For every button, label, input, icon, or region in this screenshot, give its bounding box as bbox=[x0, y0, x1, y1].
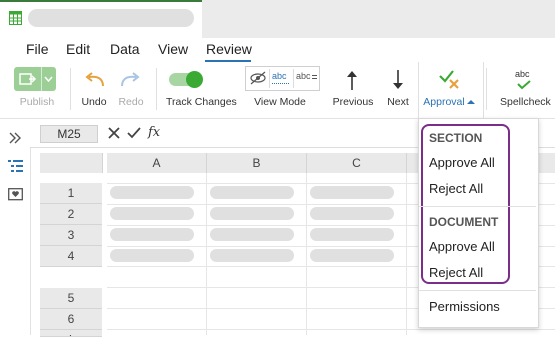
section-approve-all[interactable]: Approve All bbox=[429, 155, 495, 170]
cell-c1[interactable] bbox=[310, 186, 394, 199]
toolbar-divider bbox=[156, 68, 157, 110]
publish-button[interactable] bbox=[14, 67, 56, 91]
formula-input[interactable] bbox=[163, 123, 413, 143]
dropdown-divider bbox=[419, 206, 536, 207]
undo-icon[interactable] bbox=[83, 71, 107, 89]
cell-b3[interactable] bbox=[210, 228, 294, 241]
document-approve-all[interactable]: Approve All bbox=[429, 239, 495, 254]
cancel-icon[interactable] bbox=[108, 127, 120, 139]
spellcheck-label[interactable]: Spellcheck bbox=[500, 96, 551, 108]
cell-a3[interactable] bbox=[110, 228, 194, 241]
document-title-placeholder bbox=[28, 9, 194, 27]
outline-icon[interactable] bbox=[8, 159, 23, 173]
cell-reference-box[interactable]: M25 bbox=[40, 125, 98, 143]
column-header-b[interactable]: B bbox=[207, 153, 307, 173]
menu-file[interactable]: File bbox=[26, 41, 49, 57]
column-header-a[interactable]: A bbox=[107, 153, 207, 173]
previous-arrow-icon[interactable] bbox=[344, 68, 360, 92]
track-changes-toggle[interactable] bbox=[169, 71, 203, 88]
grid-line bbox=[206, 173, 207, 335]
cell-b4[interactable] bbox=[210, 249, 294, 262]
row-header-6[interactable]: 6 bbox=[40, 309, 102, 330]
publish-label: Publish bbox=[19, 96, 55, 108]
track-changes-label: Track Changes bbox=[166, 96, 237, 108]
cell-a2[interactable] bbox=[110, 207, 194, 220]
row-header-3[interactable]: 3 bbox=[40, 225, 102, 246]
cell-c3[interactable] bbox=[310, 228, 394, 241]
chevron-down-icon[interactable] bbox=[44, 76, 53, 82]
row-header-8[interactable] bbox=[40, 330, 102, 335]
approval-label[interactable]: Approval bbox=[423, 96, 465, 108]
undo-label[interactable]: Undo bbox=[79, 96, 109, 108]
document-reject-all[interactable]: Reject All bbox=[429, 265, 483, 280]
markup-view-option[interactable]: abc bbox=[272, 71, 287, 81]
row-header-1[interactable]: 1 bbox=[40, 183, 102, 204]
function-icon[interactable]: fx bbox=[148, 125, 160, 140]
dropdown-divider bbox=[419, 290, 536, 291]
expand-panel-icon[interactable] bbox=[8, 132, 22, 144]
section-header: SECTION bbox=[429, 131, 483, 145]
next-arrow-icon[interactable] bbox=[390, 68, 406, 92]
cell-c4[interactable] bbox=[310, 249, 394, 262]
spellcheck-icon[interactable]: abc bbox=[515, 69, 530, 79]
menu-view[interactable]: View bbox=[158, 41, 188, 57]
row-header-2[interactable]: 2 bbox=[40, 204, 102, 225]
column-header-e[interactable] bbox=[537, 153, 555, 173]
spellcheck-check-icon bbox=[517, 80, 531, 90]
side-panel-rail bbox=[0, 119, 31, 335]
final-view-option[interactable]: abc bbox=[296, 71, 311, 81]
menu-review[interactable]: Review bbox=[206, 41, 252, 57]
row-header-4[interactable]: 4 bbox=[40, 246, 102, 267]
approve-reject-icon bbox=[439, 70, 459, 89]
menu-edit[interactable]: Edit bbox=[66, 41, 90, 57]
grid-line bbox=[306, 173, 307, 335]
caret-up-icon[interactable] bbox=[467, 99, 475, 105]
spreadsheet-icon bbox=[9, 11, 22, 25]
column-header-c[interactable]: C bbox=[307, 153, 407, 173]
grid-line bbox=[107, 329, 555, 330]
cell-c2[interactable] bbox=[310, 207, 394, 220]
select-all-corner[interactable] bbox=[40, 153, 103, 173]
permissions-item[interactable]: Permissions bbox=[429, 299, 500, 314]
view-mode-label: View Mode bbox=[254, 96, 306, 108]
hide-icon[interactable] bbox=[249, 71, 267, 85]
section-reject-all[interactable]: Reject All bbox=[429, 181, 483, 196]
row-header-5[interactable]: 5 bbox=[40, 288, 102, 309]
cell-a4[interactable] bbox=[110, 249, 194, 262]
cell-b2[interactable] bbox=[210, 207, 294, 220]
cell-b1[interactable] bbox=[210, 186, 294, 199]
toolbar-divider bbox=[486, 68, 487, 110]
cell-a1[interactable] bbox=[110, 186, 194, 199]
previous-label[interactable]: Previous bbox=[331, 96, 375, 108]
redo-label: Redo bbox=[118, 96, 144, 108]
comments-heart-icon[interactable] bbox=[8, 188, 23, 202]
document-header: DOCUMENT bbox=[429, 215, 499, 229]
publish-icon bbox=[19, 73, 37, 85]
redo-icon[interactable] bbox=[118, 71, 142, 89]
grid-line bbox=[406, 173, 407, 335]
highlight-outline bbox=[421, 124, 510, 284]
toolbar-divider bbox=[70, 68, 71, 110]
view-mode-selector[interactable]: abc abc bbox=[245, 66, 320, 91]
menu-data[interactable]: Data bbox=[110, 41, 140, 57]
confirm-check-icon[interactable] bbox=[127, 127, 141, 139]
next-label[interactable]: Next bbox=[383, 96, 413, 108]
